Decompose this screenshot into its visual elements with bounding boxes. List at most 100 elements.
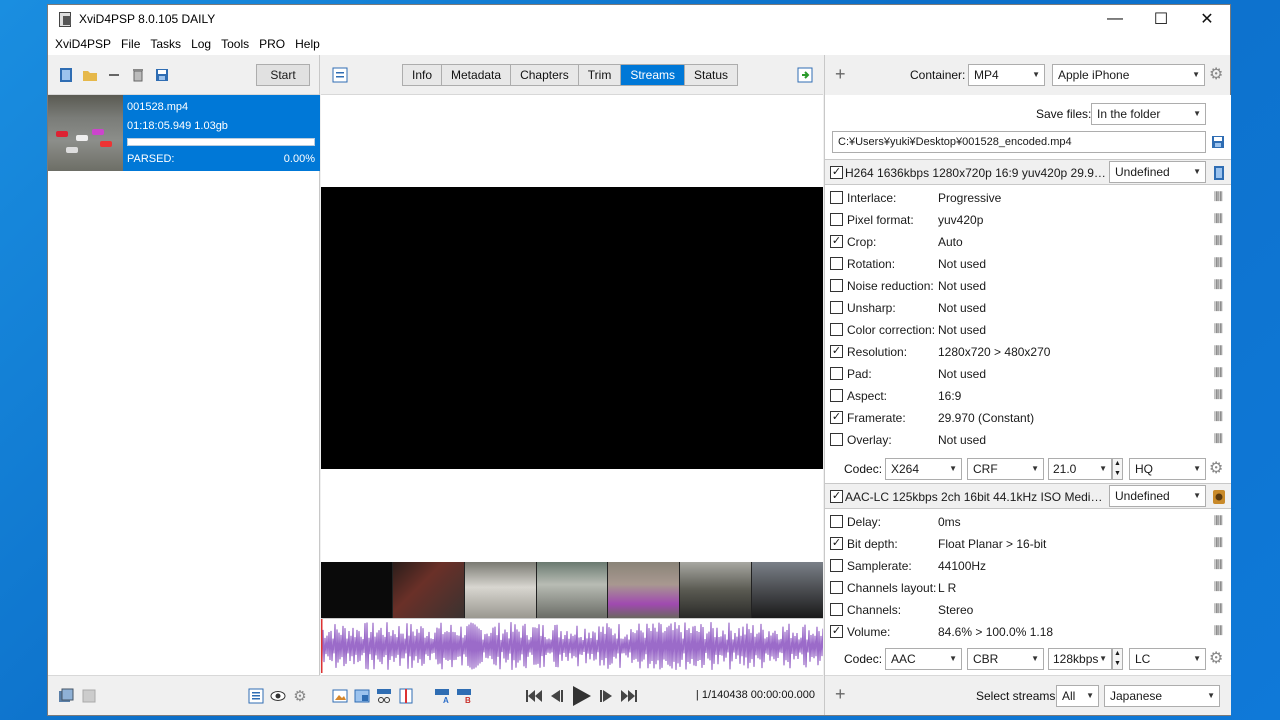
tab-status[interactable]: Status — [685, 65, 738, 85]
filter-settings-icon[interactable]: ⫼⫼ — [1214, 603, 1223, 616]
menu-xvid4psp[interactable]: XviD4PSP — [50, 33, 116, 55]
audio-codec-select[interactable]: AAC — [885, 648, 962, 670]
filter-checkbox[interactable]: ✓ — [830, 345, 843, 358]
filter-checkbox[interactable] — [830, 433, 843, 446]
tab-chapters[interactable]: Chapters — [511, 65, 579, 85]
maximize-button[interactable]: ☐ — [1138, 5, 1184, 33]
tab-streams[interactable]: Streams — [621, 65, 685, 85]
container-select[interactable]: MP4 — [968, 64, 1045, 86]
filter-settings-icon[interactable]: ⫼⫼ — [1214, 191, 1223, 204]
video-codec-select[interactable]: X264 — [885, 458, 962, 480]
preset-select[interactable]: Apple iPhone — [1052, 64, 1205, 86]
menu-pro[interactable]: PRO — [254, 33, 290, 55]
audio-profile-select[interactable]: LC — [1129, 648, 1206, 670]
close-button[interactable]: ✕ — [1184, 5, 1230, 33]
filter-settings-icon[interactable]: ⫼⫼ — [1214, 625, 1223, 638]
menu-tasks[interactable]: Tasks — [145, 33, 186, 55]
filter-settings-icon[interactable]: ⫼⫼ — [1214, 433, 1223, 446]
filter-settings-icon[interactable]: ⫼⫼ — [1214, 411, 1223, 424]
filter-settings-icon[interactable]: ⫼⫼ — [1214, 367, 1223, 380]
open-folder-icon[interactable] — [82, 67, 98, 83]
skip-to-start-icon[interactable] — [525, 687, 543, 705]
export-icon[interactable] — [797, 67, 813, 83]
menu-file[interactable]: File — [116, 33, 145, 55]
audio-speaker-icon[interactable] — [1211, 489, 1227, 505]
filter-settings-icon[interactable]: ⫼⫼ — [1214, 257, 1223, 270]
audio-lang-select[interactable]: Undefined — [1109, 485, 1206, 507]
video-stream-header[interactable]: ✓ H264 1636kbps 1280x720p 16:9 yuv420p 2… — [825, 159, 1231, 185]
audio-bitrate-input[interactable]: 128kbps — [1048, 648, 1112, 670]
play-icon[interactable] — [569, 684, 593, 708]
list-view-icon[interactable] — [248, 688, 264, 704]
filter-checkbox[interactable] — [830, 581, 843, 594]
tab-metadata[interactable]: Metadata — [442, 65, 512, 85]
queue-disabled-icon[interactable] — [81, 688, 97, 704]
skip-to-end-icon[interactable] — [620, 687, 638, 705]
filter-checkbox[interactable] — [830, 301, 843, 314]
filter-settings-icon[interactable]: ⫼⫼ — [1214, 323, 1223, 336]
filter-settings-icon[interactable]: ⫼⫼ — [1214, 515, 1223, 528]
task-item[interactable]: 001528.mp4 01:18:05.949 1.03gb PARSED: 0… — [48, 95, 320, 171]
add-stream-icon[interactable]: + — [835, 685, 846, 703]
save-files-select[interactable]: In the folder — [1091, 103, 1206, 125]
mark-a-icon[interactable]: A — [434, 688, 450, 704]
filter-settings-icon[interactable]: ⫼⫼ — [1214, 537, 1223, 550]
settings-gear-icon[interactable]: ⚙ — [292, 688, 308, 705]
filter-settings-icon[interactable]: ⫼⫼ — [1214, 279, 1223, 292]
filter-checkbox[interactable]: ✓ — [830, 411, 843, 424]
previous-frame-icon[interactable] — [547, 687, 565, 705]
save-icon[interactable] — [154, 67, 170, 83]
video-codec-gear-icon[interactable]: ⚙ — [1209, 461, 1225, 477]
video-stream-checkbox[interactable]: ✓ — [830, 166, 843, 179]
filter-checkbox[interactable] — [830, 515, 843, 528]
queue-icon[interactable] — [58, 688, 74, 704]
filter-checkbox[interactable] — [830, 367, 843, 380]
filter-checkbox[interactable] — [830, 257, 843, 270]
split-icon[interactable] — [398, 688, 414, 704]
screenshot-icon[interactable] — [354, 688, 370, 704]
tab-info[interactable]: Info — [403, 65, 443, 85]
video-preview[interactable] — [321, 187, 823, 469]
video-quality-input[interactable]: 21.0 — [1048, 458, 1112, 480]
filter-checkbox[interactable] — [830, 603, 843, 616]
filter-settings-icon[interactable]: ⫼⫼ — [1214, 581, 1223, 594]
menu-help[interactable]: Help — [290, 33, 325, 55]
filter-checkbox[interactable]: ✓ — [830, 625, 843, 638]
filter-settings-icon[interactable]: ⫼⫼ — [1214, 345, 1223, 358]
cut-icon[interactable] — [376, 688, 392, 704]
trash-icon[interactable] — [130, 67, 146, 83]
video-film-icon[interactable] — [1211, 165, 1227, 181]
audio-stream-checkbox[interactable]: ✓ — [830, 490, 843, 503]
filter-settings-icon[interactable]: ⫼⫼ — [1214, 235, 1223, 248]
bitrate-spinner-icon[interactable]: ▲ ▼ — [1112, 648, 1123, 670]
audio-waveform[interactable] — [320, 618, 825, 673]
filter-checkbox[interactable]: ✓ — [830, 537, 843, 550]
filter-checkbox[interactable] — [830, 191, 843, 204]
next-frame-icon[interactable] — [598, 687, 616, 705]
filter-checkbox[interactable] — [830, 323, 843, 336]
filter-settings-icon[interactable]: ⫼⫼ — [1214, 559, 1223, 572]
audio-mode-select[interactable]: CBR — [967, 648, 1044, 670]
open-file-icon[interactable] — [58, 67, 74, 83]
video-lang-select[interactable]: Undefined — [1109, 161, 1206, 183]
start-button[interactable]: Start — [256, 64, 310, 86]
filter-settings-icon[interactable]: ⫼⫼ — [1214, 389, 1223, 402]
audio-stream-header[interactable]: ✓ AAC-LC 125kbps 2ch 16bit 44.1kHz ISO M… — [825, 483, 1231, 509]
output-path-field[interactable]: C:¥Users¥yuki¥Desktop¥001528_encoded.mp4 — [832, 131, 1206, 153]
filter-checkbox[interactable] — [830, 559, 843, 572]
log-view-icon[interactable] — [332, 67, 348, 83]
thumbnail-strip[interactable] — [321, 562, 824, 618]
filter-checkbox[interactable] — [830, 213, 843, 226]
select-streams-select[interactable]: All — [1056, 685, 1099, 707]
filter-checkbox[interactable] — [830, 279, 843, 292]
image-icon[interactable] — [332, 688, 348, 704]
filter-settings-icon[interactable]: ⫼⫼ — [1214, 301, 1223, 314]
mark-b-icon[interactable]: B — [456, 688, 472, 704]
browse-save-icon[interactable] — [1210, 134, 1226, 150]
quality-spinner-icon[interactable]: ▲ ▼ — [1112, 458, 1123, 480]
menu-tools[interactable]: Tools — [216, 33, 254, 55]
minimize-button[interactable]: — — [1092, 5, 1138, 33]
filter-settings-icon[interactable]: ⫼⫼ — [1214, 213, 1223, 226]
preset-gear-icon[interactable]: ⚙ — [1209, 67, 1225, 83]
add-icon[interactable]: + — [835, 65, 846, 83]
